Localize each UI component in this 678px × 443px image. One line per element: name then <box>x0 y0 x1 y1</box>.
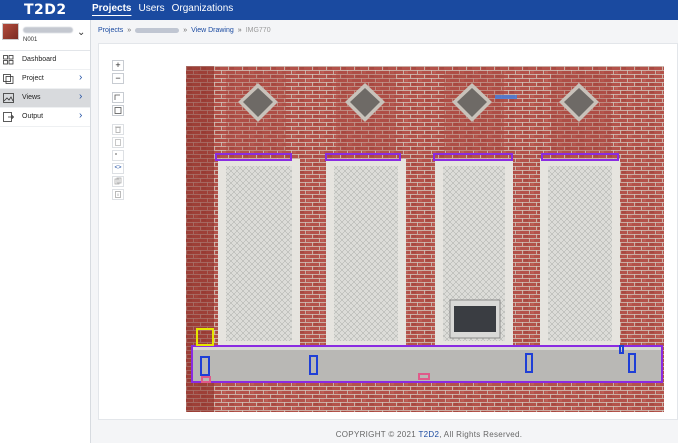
user-code: N001 <box>23 37 38 43</box>
footer-brand[interactable]: T2D2 <box>418 430 439 439</box>
drawing-image[interactable] <box>186 66 664 412</box>
breadcrumb-projects[interactable]: Projects <box>98 27 123 34</box>
zoom-in-button[interactable]: + <box>112 60 124 71</box>
footer: COPYRIGHT © 2021 T2D2, All Rights Reserv… <box>0 430 678 439</box>
footer-suffix: , All Rights Reserved. <box>439 430 523 439</box>
nav-organizations[interactable]: Organizations <box>172 3 234 14</box>
output-icon <box>3 112 14 122</box>
code-icon[interactable]: <> <box>112 163 124 174</box>
breadcrumb-view-drawing[interactable]: View Drawing <box>191 27 234 34</box>
sidebar-item-project[interactable]: Project › <box>0 70 90 89</box>
grid-icon <box>3 55 14 65</box>
user-selector[interactable]: N001 ⌄ <box>0 20 90 51</box>
breadcrumb: Projects » » View Drawing » IMG770 <box>98 27 271 34</box>
sidebar-item-label: Output <box>22 113 44 120</box>
sidebar-item-label: Project <box>22 75 44 82</box>
breadcrumb-separator: » <box>183 27 188 34</box>
ac-unit <box>449 299 501 339</box>
sidebar-item-label: Views <box>22 94 41 101</box>
sidebar-item-views[interactable]: Views › <box>0 89 90 108</box>
avatar <box>2 23 19 40</box>
chevron-right-icon: › <box>79 110 83 121</box>
sidebar-item-label: Dashboard <box>22 56 57 63</box>
app-logo[interactable]: T2D2 <box>24 2 67 18</box>
copy-icon[interactable] <box>112 176 124 187</box>
breadcrumb-separator: » <box>237 27 242 34</box>
nav-projects[interactable]: Projects <box>92 3 131 14</box>
chevron-right-icon: › <box>79 72 83 83</box>
drawing-toolbar: + − <> <box>112 60 124 200</box>
trash-icon[interactable] <box>112 124 124 135</box>
image-icon <box>3 93 14 103</box>
draw-polygon-icon[interactable] <box>112 92 124 103</box>
footer-prefix: COPYRIGHT © 2021 <box>335 430 419 439</box>
select-icon[interactable] <box>112 137 124 148</box>
sidebar-item-dashboard[interactable]: Dashboard <box>0 51 90 70</box>
breadcrumb-project-redacted[interactable] <box>135 28 180 33</box>
layers-icon <box>3 74 14 84</box>
sidebar-item-output[interactable]: Output › <box>0 108 90 127</box>
chevron-right-icon: › <box>79 91 83 102</box>
draw-rectangle-icon[interactable] <box>112 105 124 116</box>
sill-ledge <box>191 346 663 382</box>
scissors-icon[interactable] <box>112 150 124 161</box>
sidebar: N001 ⌄ Dashboard Project › Views › Outpu… <box>0 20 91 443</box>
top-nav: Projects Users Organizations <box>92 3 233 14</box>
annotation-blue-highlight <box>495 95 517 99</box>
chevron-down-icon[interactable]: ⌄ <box>77 27 85 38</box>
breadcrumb-current: IMG770 <box>245 27 271 34</box>
top-navbar: T2D2 Projects Users Organizations <box>0 0 678 20</box>
user-name-redacted <box>23 27 73 33</box>
breadcrumb-separator: » <box>127 27 132 34</box>
zoom-out-button[interactable]: − <box>112 73 124 84</box>
info-icon[interactable] <box>112 189 124 200</box>
nav-users[interactable]: Users <box>138 3 164 14</box>
